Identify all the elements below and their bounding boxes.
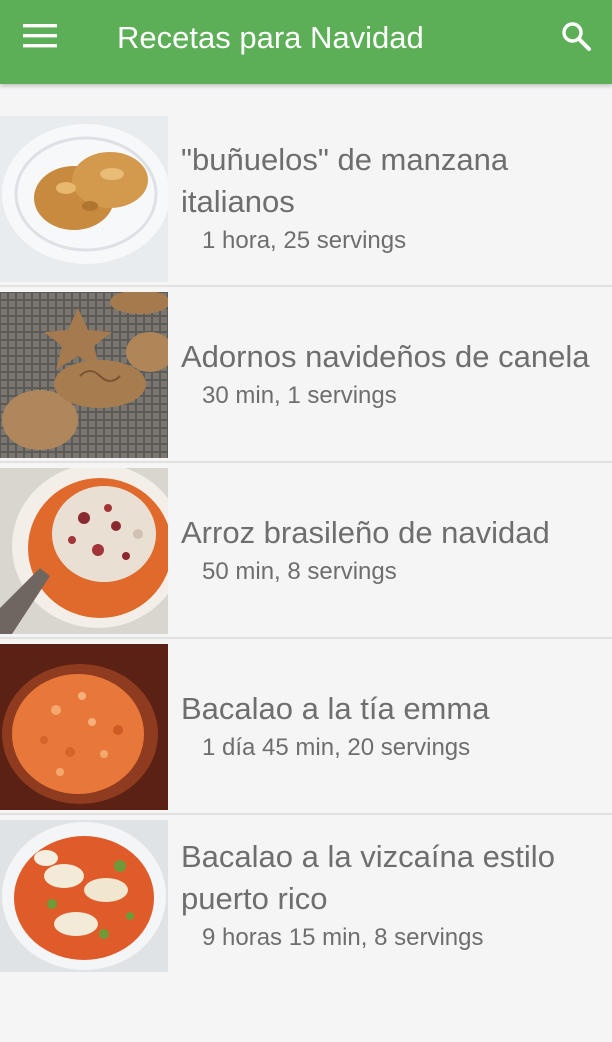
recipe-image <box>0 292 168 458</box>
app-title: Recetas para Navidad <box>117 20 424 55</box>
search-button[interactable] <box>550 14 602 62</box>
recipe-meta: 1 hora, 25 servings <box>202 227 407 254</box>
recipe-name: Arroz brasileño de navidad <box>181 515 550 550</box>
recipe-meta: 1 día 45 min, 20 servings <box>202 734 471 761</box>
recipe-name: Bacalao a la tía emma <box>181 691 490 726</box>
menu-button[interactable] <box>12 14 68 62</box>
divider <box>0 813 612 815</box>
recipe-meta: 50 min, 8 servings <box>202 558 397 585</box>
recipe-name: Adornos navideños de canela <box>181 339 590 374</box>
divider <box>0 461 612 463</box>
menu-icon <box>23 23 57 54</box>
app-bar: Recetas para Navidad <box>0 0 612 84</box>
recipe-name: Bacalao a la vizcaína estilo puerto rico <box>181 839 555 916</box>
recipe-image <box>0 644 168 810</box>
divider <box>0 285 612 287</box>
recipe-image <box>0 116 168 282</box>
recipe-meta: 30 min, 1 servings <box>202 382 397 409</box>
search-icon <box>560 20 592 57</box>
recipe-name: "buñuelos" de manzana italianos <box>181 142 509 219</box>
divider <box>0 637 612 639</box>
recipe-image <box>0 468 168 634</box>
recipe-meta: 9 horas 15 min, 8 servings <box>202 924 484 951</box>
recipe-image <box>0 820 168 972</box>
